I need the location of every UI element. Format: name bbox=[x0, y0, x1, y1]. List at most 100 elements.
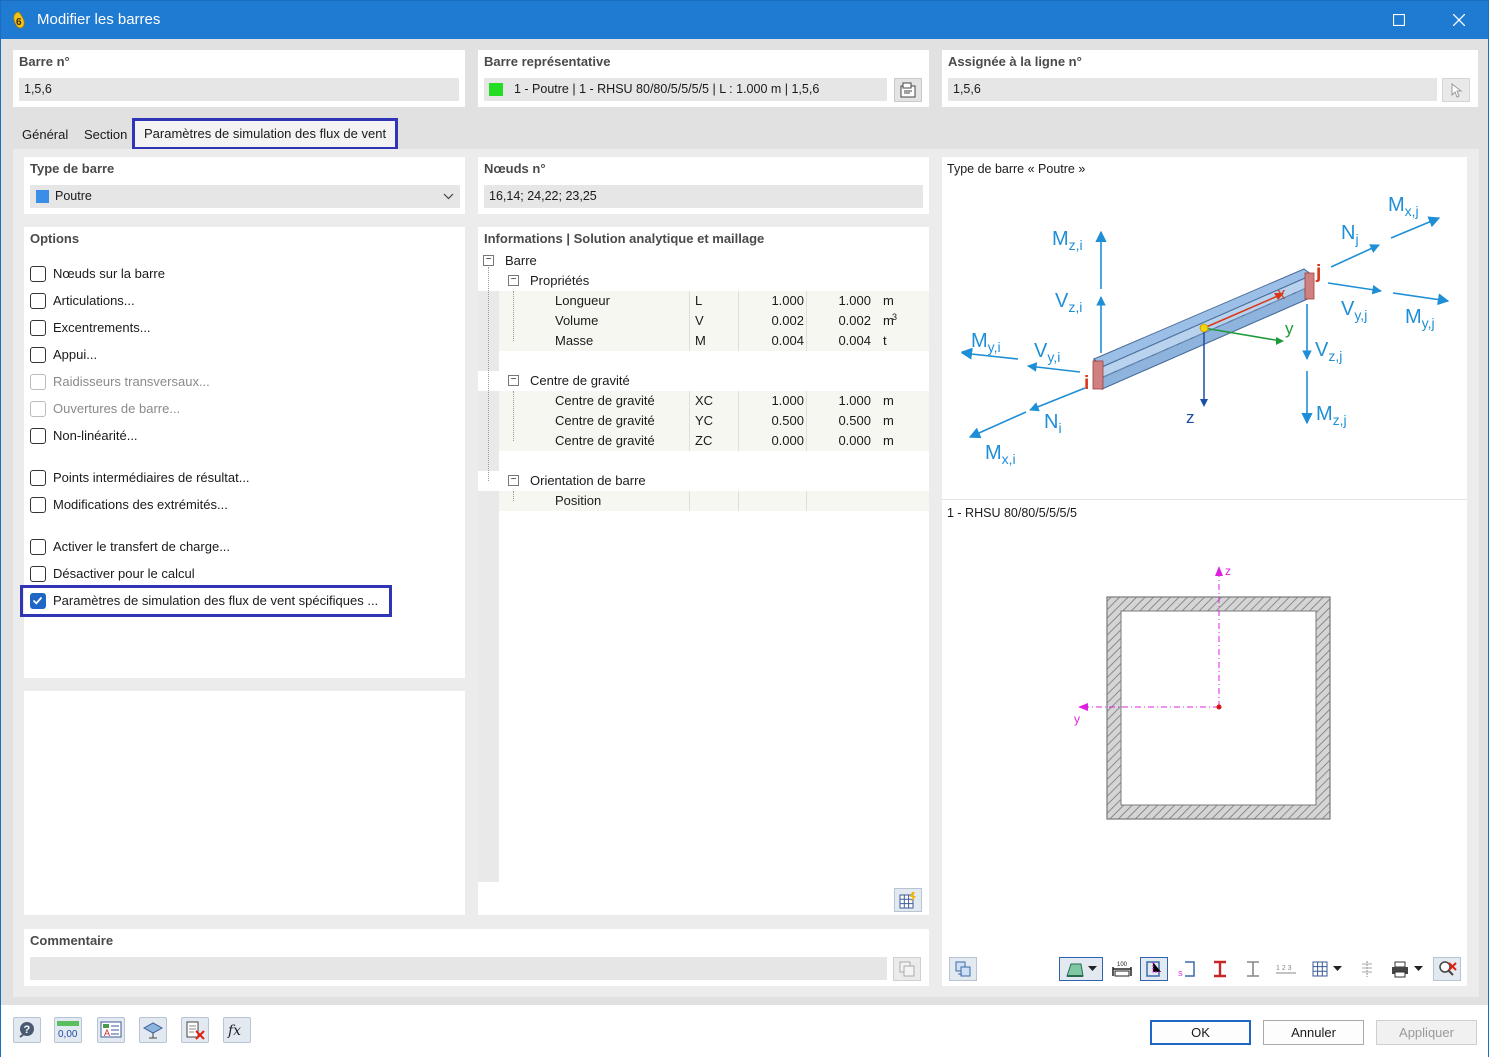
delete-object-button[interactable] bbox=[181, 1017, 209, 1043]
close-button[interactable] bbox=[1434, 1, 1484, 39]
representative-field[interactable]: 1 - Poutre | 1 - RHSU 80/80/5/5/5/5 | L … bbox=[484, 78, 887, 101]
section-axis-z-label: z bbox=[1225, 564, 1231, 578]
svg-text:?: ? bbox=[24, 1024, 31, 1036]
dialog-window: 6 Modifier les barres Barre n° 1,5,6 Bar… bbox=[0, 0, 1489, 1057]
chevron-down-icon bbox=[1413, 966, 1423, 971]
tree-group-row[interactable]: − Orientation de barre bbox=[478, 471, 929, 491]
option-checkbox[interactable] bbox=[30, 470, 46, 486]
stress-points-icon: S bbox=[1178, 961, 1195, 978]
mxj-label: Mx,j bbox=[1388, 194, 1419, 219]
property-name: Centre de gravité bbox=[555, 393, 655, 408]
comment-library-button[interactable] bbox=[893, 957, 921, 981]
option-label: Activer le transfert de charge... bbox=[53, 539, 231, 554]
section-axis-y-label: y bbox=[1074, 712, 1080, 726]
svg-text:100: 100 bbox=[1117, 962, 1128, 968]
property-value-2: 0.500 bbox=[838, 413, 871, 428]
myi-label: My,i bbox=[971, 330, 1001, 355]
units-button[interactable]: 0,00 bbox=[54, 1017, 82, 1043]
i-section-outline-icon bbox=[1247, 961, 1259, 977]
tree-root-row[interactable]: − Barre bbox=[478, 251, 929, 271]
mesh-settings-button[interactable] bbox=[894, 888, 922, 912]
option-label: Excentrements... bbox=[53, 320, 151, 335]
maximize-button[interactable] bbox=[1374, 1, 1424, 39]
ok-button[interactable]: OK bbox=[1150, 1020, 1251, 1045]
sync-view-button[interactable] bbox=[949, 957, 977, 981]
formula-icon: fx bbox=[227, 1023, 241, 1039]
option-checkbox[interactable] bbox=[30, 566, 46, 582]
member-type-label: Type de barre bbox=[30, 161, 115, 176]
tree-group-row[interactable]: − Propriétés bbox=[478, 271, 929, 291]
option-checkbox bbox=[30, 374, 46, 390]
tab-wind-simulation[interactable]: Paramètres de simulation des flux de ven… bbox=[132, 118, 399, 150]
property-name: Centre de gravité bbox=[555, 433, 655, 448]
table-view-dropdown[interactable] bbox=[1304, 957, 1348, 981]
nodes-field[interactable]: 16,14; 24,22; 23,25 bbox=[484, 185, 923, 208]
help-button[interactable]: ? bbox=[13, 1017, 41, 1043]
numbering-button[interactable]: 1 2 3 bbox=[1272, 957, 1300, 981]
apply-button[interactable]: Appliquer bbox=[1376, 1020, 1477, 1045]
property-unit: m bbox=[883, 413, 894, 428]
mzi-label: Mz,i bbox=[1052, 228, 1083, 253]
view-mode-dropdown[interactable] bbox=[1059, 957, 1103, 981]
stress-points-button[interactable]: S bbox=[1173, 957, 1201, 981]
pick-line-button[interactable] bbox=[1442, 78, 1470, 102]
tab-general[interactable]: Général bbox=[14, 122, 76, 148]
collapse-icon[interactable]: − bbox=[508, 375, 519, 386]
collapse-icon[interactable]: − bbox=[508, 475, 519, 486]
member-no-panel: Barre n° 1,5,6 bbox=[13, 50, 465, 107]
section-shape-button[interactable] bbox=[1206, 957, 1234, 981]
node-j-label: j bbox=[1315, 262, 1321, 283]
property-value-2: 0.000 bbox=[838, 433, 871, 448]
formula-button[interactable]: fx bbox=[223, 1017, 251, 1043]
svg-text:fx: fx bbox=[227, 1023, 241, 1039]
section-outline-button[interactable] bbox=[1239, 957, 1267, 981]
option-label: Appui... bbox=[53, 347, 98, 362]
view-settings-icon bbox=[142, 1022, 164, 1039]
dimension-button[interactable]: 100 bbox=[1108, 957, 1136, 981]
vzi-label: Vz,i bbox=[1055, 290, 1082, 315]
option-checkbox[interactable] bbox=[30, 497, 46, 513]
option-checkbox[interactable] bbox=[30, 293, 46, 309]
property-unit: t bbox=[883, 333, 887, 348]
isometric-view-icon bbox=[1066, 963, 1084, 977]
view-settings-button[interactable] bbox=[139, 1017, 167, 1043]
svg-text:0,00: 0,00 bbox=[58, 1029, 78, 1040]
vzj-label: Vz,j bbox=[1315, 339, 1342, 364]
option-checkbox[interactable] bbox=[30, 347, 46, 363]
window-title: Modifier les barres bbox=[37, 11, 161, 28]
assigned-line-field[interactable]: 1,5,6 bbox=[948, 78, 1437, 101]
option-checkbox[interactable] bbox=[30, 320, 46, 336]
collapse-icon[interactable]: − bbox=[508, 275, 519, 286]
axis-x-label: x bbox=[1277, 284, 1286, 303]
print-dropdown[interactable] bbox=[1384, 957, 1428, 981]
member-no-field[interactable]: 1,5,6 bbox=[19, 78, 459, 101]
property-value-1: 0.000 bbox=[771, 433, 804, 448]
option-checkbox[interactable] bbox=[30, 428, 46, 444]
table-row: Position bbox=[499, 491, 929, 511]
comment-field[interactable] bbox=[30, 957, 887, 980]
cancel-button[interactable]: Annuler bbox=[1263, 1020, 1364, 1045]
select-member-button[interactable] bbox=[894, 78, 922, 102]
reset-view-button[interactable] bbox=[1433, 957, 1461, 981]
wind-option-highlight bbox=[20, 585, 392, 617]
nodes-label: Nœuds n° bbox=[484, 161, 546, 176]
printer-icon bbox=[1391, 961, 1408, 978]
details-button[interactable] bbox=[1354, 957, 1380, 981]
section-axes-button[interactable] bbox=[1140, 957, 1168, 981]
option-label: Points intermédiaires de résultat... bbox=[53, 470, 250, 485]
property-value-1: 1.000 bbox=[771, 293, 804, 308]
svg-text:A: A bbox=[104, 1028, 110, 1038]
tree-group-row[interactable]: − Centre de gravité bbox=[478, 371, 929, 391]
property-name: Position bbox=[555, 493, 602, 508]
assigned-line-panel: Assignée à la ligne n° 1,5,6 bbox=[942, 50, 1478, 107]
tab-section[interactable]: Section bbox=[76, 122, 135, 148]
property-value-1: 0.002 bbox=[771, 313, 804, 328]
option-checkbox[interactable] bbox=[30, 539, 46, 555]
member-type-select[interactable]: Poutre bbox=[30, 185, 460, 208]
collapse-icon[interactable]: − bbox=[483, 255, 494, 266]
myj-label: My,j bbox=[1405, 306, 1435, 331]
grid-icon bbox=[1312, 961, 1327, 977]
text-display-button[interactable]: A bbox=[97, 1017, 125, 1043]
option-checkbox[interactable] bbox=[30, 266, 46, 282]
property-name: Longueur bbox=[555, 293, 610, 308]
